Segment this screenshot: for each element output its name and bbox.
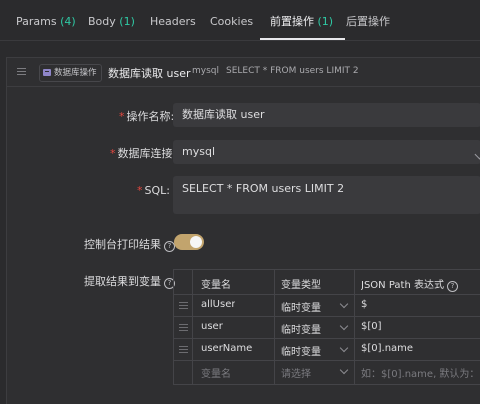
new-jsonpath-input[interactable]: 如：$[0].name, 默认为：$ (361, 365, 480, 380)
jsonpath-cell[interactable]: $[0].name (361, 343, 413, 354)
operation-name-label: * 操作名称: (119, 110, 175, 123)
variable-type-select[interactable]: 临时变量 (281, 343, 321, 358)
new-variable-type-select[interactable]: 请选择 (281, 365, 311, 380)
variable-type-select[interactable]: 临时变量 (281, 299, 321, 314)
db-connection-label: * 数据库连接: (110, 147, 177, 160)
operation-header[interactable]: 数据库操作 数据库读取 user mysql SELECT * FROM use… (7, 58, 480, 87)
toggle-knob (190, 236, 202, 248)
chevron-down-icon (474, 149, 480, 160)
tab-post-operations[interactable]: 后置操作 (346, 0, 390, 39)
tab-params[interactable]: Params (4) (16, 0, 76, 39)
chevron-down-icon (339, 321, 349, 331)
pre-operation-panel: 数据库操作 数据库读取 user mysql SELECT * FROM use… (6, 57, 480, 404)
request-tabs: Params (4) Body (1) Headers Cookies 前置操作… (0, 0, 480, 41)
help-circle-icon[interactable]: ? (446, 281, 458, 292)
operation-name-input[interactable]: 数据库读取 user (173, 103, 480, 127)
database-icon (43, 69, 51, 76)
operation-db-name: mysql (192, 66, 219, 76)
print-result-toggle[interactable] (174, 234, 204, 250)
tab-cookies[interactable]: Cookies (210, 0, 253, 39)
operation-type-badge: 数据库操作 (39, 64, 102, 82)
chevron-down-icon (339, 365, 349, 375)
tab-headers[interactable]: Headers (150, 0, 196, 39)
print-result-label: 控制台打印结果? (84, 236, 175, 252)
jsonpath-cell[interactable]: $[0] (361, 321, 382, 332)
variable-name-cell[interactable]: user (201, 321, 223, 332)
column-header-name: 变量名 (201, 280, 231, 291)
extract-variables-label: 提取结果到变量? (84, 273, 175, 289)
row-drag-handle-icon[interactable] (179, 324, 188, 332)
sql-label: * SQL: (137, 184, 170, 197)
variable-name-cell[interactable]: userName (201, 343, 252, 354)
variable-name-cell[interactable]: allUser (201, 299, 235, 310)
db-connection-select[interactable]: mysql (173, 140, 480, 164)
chevron-down-icon (339, 343, 349, 353)
variables-table: 变量名 变量类型 JSON Path 表达式? allUser 临时变量 $ u… (173, 269, 480, 385)
tab-body[interactable]: Body (1) (88, 0, 135, 39)
column-header-type: 变量类型 (281, 280, 321, 291)
jsonpath-cell[interactable]: $ (361, 299, 367, 310)
operation-title: 数据库读取 user (108, 67, 191, 80)
variable-type-select[interactable]: 临时变量 (281, 321, 321, 336)
tab-pre-operations[interactable]: 前置操作 (1) (259, 0, 346, 40)
new-variable-name-input[interactable]: 变量名 (201, 365, 231, 380)
chevron-down-icon (339, 299, 349, 309)
row-drag-handle-icon[interactable] (179, 346, 188, 354)
operation-sql-preview: SELECT * FROM users LIMIT 2 (226, 66, 359, 76)
sql-editor[interactable]: SELECT * FROM users LIMIT 2 (173, 176, 480, 214)
column-header-jsonpath: JSON Path 表达式? (361, 276, 458, 292)
row-drag-handle-icon[interactable] (179, 302, 188, 310)
drag-handle-icon[interactable] (17, 67, 26, 76)
